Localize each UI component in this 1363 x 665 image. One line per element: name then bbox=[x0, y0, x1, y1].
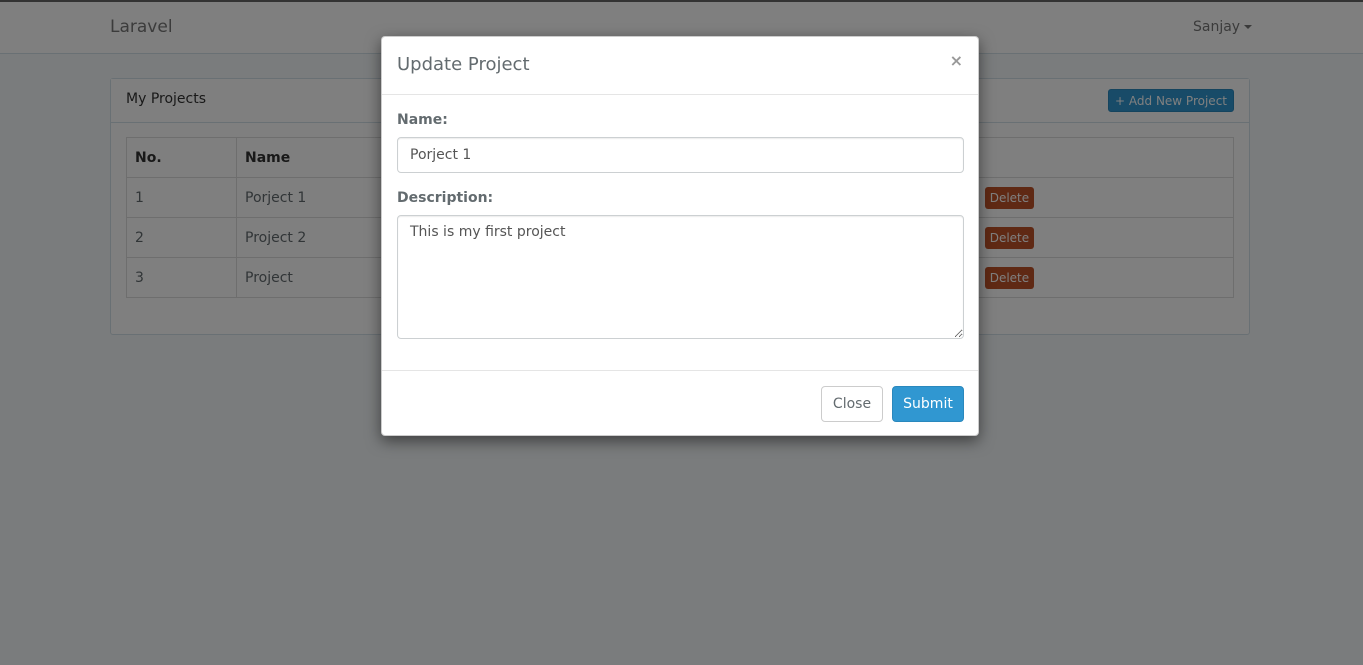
modal-title: Update Project bbox=[397, 54, 530, 75]
modal-footer: Close Submit bbox=[382, 370, 978, 435]
update-project-modal: Update Project × Name: Description: This… bbox=[381, 36, 979, 436]
submit-button[interactable]: Submit bbox=[892, 386, 964, 422]
description-textarea[interactable]: This is my first project bbox=[397, 215, 964, 339]
close-button[interactable]: Close bbox=[821, 386, 883, 422]
modal-body: Name: Description: This is my first proj… bbox=[382, 95, 978, 370]
name-label: Name: bbox=[397, 112, 448, 128]
modal-header: Update Project × bbox=[382, 37, 978, 95]
close-icon[interactable]: × bbox=[950, 53, 963, 69]
name-input[interactable] bbox=[397, 137, 964, 173]
description-label: Description: bbox=[397, 190, 494, 206]
